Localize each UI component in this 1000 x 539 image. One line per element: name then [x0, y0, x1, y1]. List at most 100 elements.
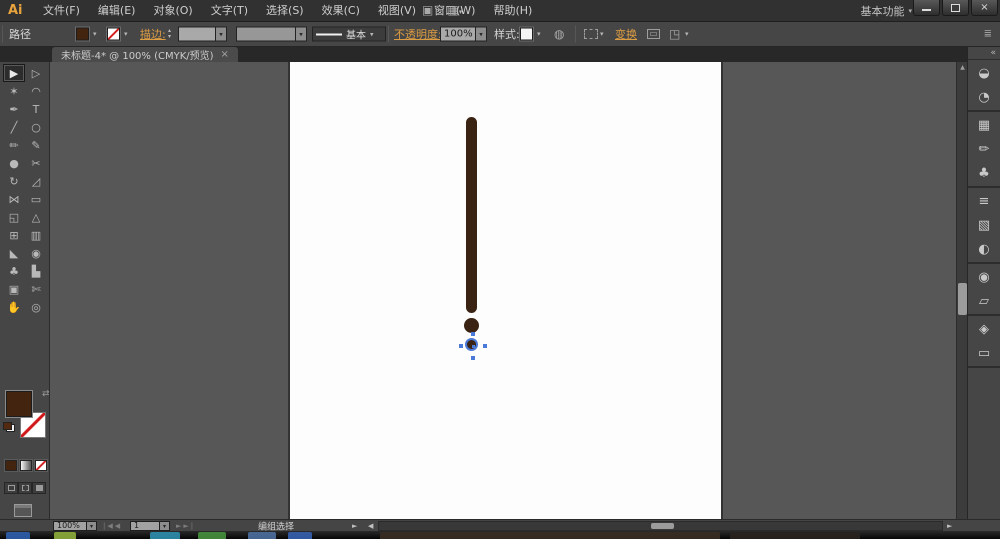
zoom-tool-icon[interactable]: ◎ [25, 298, 47, 316]
artboard-nav-prev[interactable]: |◀◀ [103, 522, 122, 530]
menu-item-8[interactable]: 帮助(H) [484, 0, 541, 22]
isolate-object-icon[interactable] [647, 29, 660, 39]
document-tab[interactable]: 未标题-4* @ 100% (CMYK/预览) × [52, 47, 238, 62]
taskbar-tray-strip-2[interactable] [730, 532, 860, 539]
gradient-button[interactable] [20, 460, 32, 471]
artboard-nav-next[interactable]: ►►| [176, 522, 195, 530]
tab-close-icon[interactable]: × [221, 49, 229, 60]
canvas[interactable] [50, 62, 956, 519]
shape-builder-tool-icon[interactable]: ◱ [3, 208, 25, 226]
opacity-link[interactable]: 不透明度: [394, 26, 442, 42]
none-button[interactable] [35, 460, 47, 471]
symbol-sprayer-tool-icon[interactable]: ♣ [3, 262, 25, 280]
color-guide-panel-icon[interactable]: ◔ [968, 85, 1000, 109]
align-chevron-icon[interactable]: ▾ [600, 30, 604, 38]
stroke-chevron-icon[interactable]: ▾ [124, 30, 128, 38]
draw-behind-button[interactable] [18, 482, 32, 494]
transform-link[interactable]: 变换 [615, 26, 637, 42]
workspace-layout-icon[interactable]: ▦▾ [447, 3, 462, 17]
blob-brush-tool-icon[interactable]: ● [3, 154, 25, 172]
eyedropper-tool-icon[interactable]: ◣ [3, 244, 25, 262]
recolor-artwork-icon[interactable]: ◍ [554, 27, 564, 41]
taskbar-app-5[interactable] [288, 532, 312, 539]
stroke-weight-dropdown[interactable]: ▾ [216, 27, 227, 42]
taskbar-tray-strip[interactable] [380, 532, 720, 539]
selection-handle-top[interactable] [471, 332, 475, 336]
mesh-tool-icon[interactable]: ⊞ [3, 226, 25, 244]
status-expand-icon[interactable]: ► [352, 522, 357, 530]
scale-tool-icon[interactable]: ◿ [25, 172, 47, 190]
panel-menu-icon[interactable]: ≣ [984, 29, 992, 40]
lasso-tool-icon[interactable]: ◠ [25, 82, 47, 100]
horizontal-scrollbar-thumb[interactable] [651, 523, 674, 529]
minimize-button[interactable] [913, 0, 940, 16]
taskbar-app-1[interactable] [54, 532, 76, 539]
selection-handle-right[interactable] [483, 344, 487, 348]
brush-definition-select[interactable]: 基本 ▾ [312, 27, 386, 42]
column-graph-tool-icon[interactable]: ▙ [25, 262, 47, 280]
selection-tool-icon[interactable]: ▶ [3, 64, 25, 82]
symbols-panel-icon[interactable]: ♣ [968, 161, 1000, 185]
menu-item-6[interactable]: 视图(V) [369, 0, 425, 22]
menu-item-4[interactable]: 选择(S) [257, 0, 313, 22]
rotate-tool-icon[interactable]: ↻ [3, 172, 25, 190]
menu-item-2[interactable]: 对象(O) [144, 0, 201, 22]
layers-panel-icon[interactable]: ◈ [968, 317, 1000, 341]
slice-tool-icon[interactable]: ✄ [25, 280, 47, 298]
dock-collapse-button[interactable]: « [968, 47, 1000, 60]
stroke-panel-icon[interactable]: ≡ [968, 189, 1000, 213]
appearance-panel-icon[interactable]: ◉ [968, 265, 1000, 289]
opacity-dropdown[interactable]: ▾ [476, 27, 487, 42]
zoom-level-input[interactable]: 100% [53, 521, 87, 531]
menu-item-5[interactable]: 效果(C) [313, 0, 369, 22]
start-orb[interactable] [6, 532, 30, 539]
vertical-scrollbar[interactable]: ▲ [956, 62, 967, 519]
color-panel-icon[interactable]: ◒ [968, 61, 1000, 85]
taskbar-app-2[interactable] [150, 532, 180, 539]
windows-taskbar[interactable] [0, 531, 1000, 539]
brushes-panel-icon[interactable]: ✏ [968, 137, 1000, 161]
style-chevron-icon[interactable]: ▾ [537, 30, 541, 38]
artboards-panel-icon[interactable]: ▭ [968, 341, 1000, 365]
vertical-scrollbar-thumb[interactable] [958, 283, 967, 315]
fill-color-swatch[interactable] [76, 28, 89, 41]
pen-tool-icon[interactable]: ✒ [3, 100, 25, 118]
graphic-styles-panel-icon[interactable]: ▱ [968, 289, 1000, 313]
stroke-panel-link[interactable]: 描边: [140, 26, 166, 42]
perspective-grid-tool-icon[interactable]: △ [25, 208, 47, 226]
stroke-weight-input[interactable] [178, 27, 216, 42]
menu-item-3[interactable]: 文字(T) [202, 0, 257, 22]
direct-selection-tool-icon[interactable]: ▷ [25, 64, 47, 82]
width-tool-icon[interactable]: ⋈ [3, 190, 25, 208]
fill-indicator[interactable] [5, 390, 33, 418]
restore-button[interactable] [942, 0, 969, 16]
stroke-weight-stepper[interactable]: ▴▾ [168, 28, 171, 40]
workspace-switcher[interactable]: 基本功能 ▾ [860, 0, 912, 22]
scissors-tool-icon[interactable]: ✂ [25, 154, 47, 172]
artwork-exclamation-bar[interactable] [466, 117, 477, 313]
opacity-input[interactable]: 100% [440, 27, 476, 42]
magic-wand-tool-icon[interactable]: ✶ [3, 82, 25, 100]
pencil-tool-icon[interactable]: ✎ [25, 136, 47, 154]
hand-tool-icon[interactable]: ✋ [3, 298, 25, 316]
scroll-right-icon[interactable]: ► [947, 522, 952, 530]
default-fill-stroke-icon[interactable] [3, 422, 15, 432]
swatches-panel-icon[interactable]: ▦ [968, 113, 1000, 137]
transparency-panel-icon[interactable]: ◐ [968, 237, 1000, 261]
taskbar-app-4[interactable] [248, 532, 276, 539]
arrange-chevron-icon[interactable]: ▾ [685, 30, 689, 38]
menu-item-1[interactable]: 编辑(E) [89, 0, 145, 22]
artboard-dropdown[interactable]: ▾ [160, 521, 170, 531]
close-button[interactable]: × [971, 0, 998, 16]
selected-circle[interactable] [465, 338, 478, 351]
ellipse-tool-icon[interactable]: ○ [25, 118, 47, 136]
scroll-left-icon[interactable]: ◀ [368, 522, 373, 530]
zoom-dropdown[interactable]: ▾ [87, 521, 97, 531]
draw-inside-button[interactable] [32, 482, 46, 494]
color-button[interactable] [5, 460, 17, 471]
artboard-number-input[interactable]: 1 [130, 521, 160, 531]
gradient-tool-icon[interactable]: ▥ [25, 226, 47, 244]
horizontal-scrollbar[interactable] [378, 521, 943, 531]
menu-item-0[interactable]: 文件(F) [34, 0, 89, 22]
draw-normal-button[interactable] [4, 482, 18, 494]
